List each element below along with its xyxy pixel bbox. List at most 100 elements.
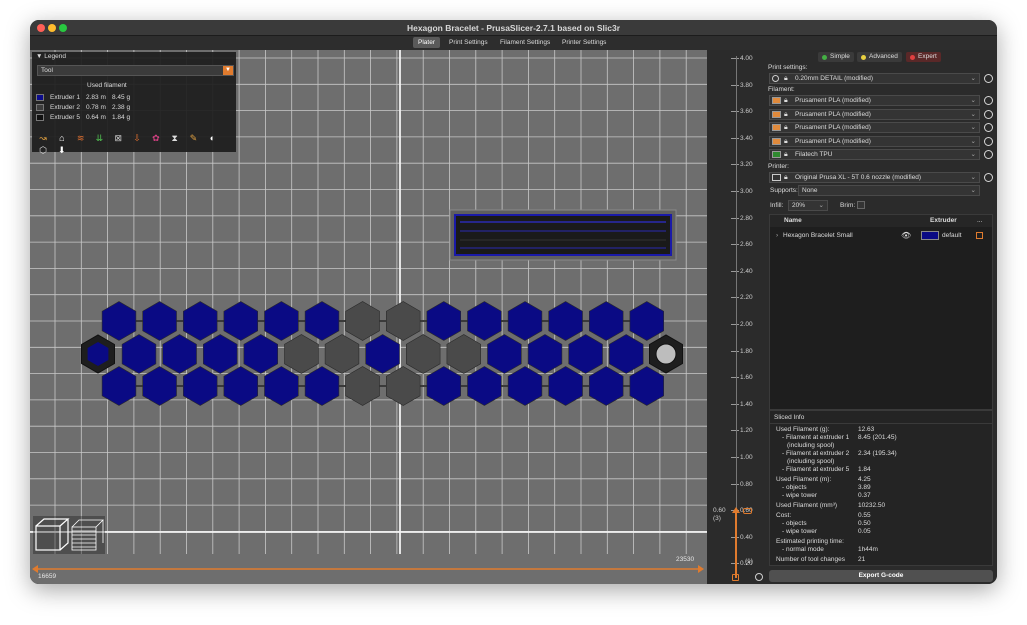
filament-select-4[interactable]: 🔒︎ Prusament PLA (modified) ⌄: [769, 135, 980, 147]
mode-simple-button[interactable]: Simple: [818, 52, 854, 62]
supports-label: Supports:: [770, 187, 798, 194]
shells-icon[interactable]: ⬡: [36, 144, 50, 156]
filament-color-swatch[interactable]: [772, 137, 781, 145]
horizontal-slider[interactable]: [30, 554, 707, 584]
hexagon-link: [568, 334, 603, 374]
hexagon-bracelet-model[interactable]: [81, 301, 683, 406]
more-column-header[interactable]: ...: [977, 217, 982, 224]
layer-tick-label: 1.40: [740, 400, 753, 408]
filament-gear-icon[interactable]: [984, 123, 993, 132]
print-settings-label: Print settings:: [768, 64, 808, 71]
sliced-info-label: - objects: [782, 520, 807, 527]
name-column-header[interactable]: Name: [784, 217, 802, 224]
lock-icon[interactable]: [732, 574, 739, 581]
sliced-info-label: Used Filament (mm³): [776, 502, 838, 509]
print-settings-icon: [772, 75, 779, 82]
filament-select-3[interactable]: 🔒︎ Prusament PLA (modified) ⌄: [769, 122, 980, 133]
filament-select-2[interactable]: 🔒︎ Prusament PLA (modified) ⌄: [769, 108, 980, 120]
filament-color-swatch[interactable]: [772, 151, 781, 158]
travel-icon[interactable]: ↝: [36, 132, 50, 144]
filament-color-swatch[interactable]: [772, 97, 781, 104]
filament-color-swatch[interactable]: [772, 110, 781, 118]
hexagon-link: [467, 301, 502, 341]
mode-expert-button[interactable]: Expert: [906, 52, 941, 62]
print-settings-select[interactable]: 🔒︎ 0.20mm DETAIL (modified) ⌄: [769, 73, 980, 84]
deretractions-icon[interactable]: ⇊: [92, 132, 106, 144]
print-settings-gear-icon[interactable]: [984, 74, 993, 83]
supports-value: None: [802, 187, 818, 194]
tool-changes-icon[interactable]: ⇩: [130, 132, 144, 144]
chevron-down-icon: ⌄: [970, 187, 976, 194]
chevron-down-icon[interactable]: ▼: [223, 66, 233, 75]
mode-advanced-button[interactable]: Advanced: [857, 52, 902, 62]
object-extruder-value[interactable]: default: [942, 232, 962, 239]
object-row[interactable]: › Hexagon Bracelet Small 👁︎ default: [770, 230, 992, 242]
tab-filament-settings[interactable]: Filament Settings: [495, 37, 555, 48]
hexagon-link: [264, 301, 299, 341]
supports-select[interactable]: None ⌄: [798, 185, 980, 196]
infill-select[interactable]: 20% ⌄: [788, 200, 828, 211]
wipe-tower[interactable]: [449, 209, 677, 261]
retractions-icon[interactable]: ≋: [74, 132, 88, 144]
slider-track[interactable]: [736, 56, 737, 576]
printer-select[interactable]: 🔒︎ Original Prusa XL - 5T 0.6 nozzle (mo…: [769, 172, 980, 183]
eye-icon[interactable]: 👁︎: [901, 231, 911, 240]
layer-tick-label: 2.40: [740, 267, 753, 275]
filament-gear-icon[interactable]: [984, 109, 993, 119]
cog-edit-icon[interactable]: [743, 508, 752, 514]
pause-icon[interactable]: ⧗: [168, 132, 182, 144]
legend-row-extruder-2: Extruder 2 0.78 m 2.38 g: [36, 103, 236, 112]
filament-select-5[interactable]: 🔒︎ Filatech TPU ⌄: [769, 149, 980, 160]
filament-gear-icon[interactable]: [984, 136, 993, 146]
sliced-info-header: Sliced Info: [774, 414, 805, 421]
seams-icon[interactable]: ⊠: [111, 132, 125, 144]
tool-marker-icon[interactable]: ⬇: [55, 144, 69, 156]
printer-gear-icon[interactable]: [984, 173, 993, 182]
legend-row-extruder-5: Extruder 5 0.64 m 1.84 g: [36, 113, 236, 122]
view-type-value: Tool: [41, 67, 53, 74]
layer-tick-label: 2.20: [740, 294, 753, 302]
sliced-info-label: Cost:: [776, 512, 792, 519]
extruder-name: Extruder 2: [50, 104, 80, 111]
hexagon-link: [405, 334, 441, 374]
tab-print-settings[interactable]: Print Settings: [444, 37, 493, 48]
collapse-triangle-icon[interactable]: ▼: [36, 53, 42, 60]
layer-tick-label: 0.40: [740, 533, 753, 541]
settings-gear-icon[interactable]: [755, 573, 763, 581]
chevron-right-icon[interactable]: ›: [776, 232, 778, 239]
sliced-info-value: 0.37: [858, 492, 871, 499]
export-gcode-button[interactable]: Export G-code: [769, 570, 993, 582]
extruder-column-header[interactable]: Extruder: [930, 217, 957, 224]
tab-bar: Plater Print Settings Filament Settings …: [30, 36, 997, 50]
filament-name: Prusament PLA (modified): [795, 110, 871, 118]
cube-icon[interactable]: [33, 516, 105, 554]
legend-header[interactable]: ▼ Legend: [32, 52, 236, 62]
hexagon-link: [284, 334, 319, 374]
app-window: Hexagon Bracelet - PrusaSlicer-2.7.1 bas…: [30, 20, 997, 584]
color-changes-icon[interactable]: ✿: [149, 132, 163, 144]
filament-gear-icon[interactable]: [984, 150, 993, 159]
upper-thumb-icon[interactable]: [732, 507, 740, 513]
custom-gcode-icon[interactable]: ✎: [187, 132, 201, 144]
tab-printer-settings[interactable]: Printer Settings: [557, 37, 611, 48]
layer-tick-label: 2.00: [740, 321, 753, 328]
filament-gear-icon[interactable]: [984, 96, 993, 105]
tab-plater[interactable]: Plater: [413, 37, 440, 48]
layer-tick-label: 2.80: [740, 214, 753, 222]
hexagon-link: [385, 301, 421, 341]
object-name[interactable]: Hexagon Bracelet Small: [783, 232, 853, 239]
wipe-icon[interactable]: ⌂: [55, 132, 69, 144]
center-of-gravity-icon[interactable]: ◐: [205, 132, 219, 144]
filament-select-1[interactable]: 🔒︎ Prusament PLA (modified) ⌄: [769, 95, 980, 106]
filament-color-swatch[interactable]: [772, 124, 781, 131]
edit-settings-icon[interactable]: [976, 232, 983, 239]
3d-preview-viewport[interactable]: ▼ Legend Tool ▼ Used filament Extruder 1…: [30, 50, 707, 584]
brim-checkbox[interactable]: [857, 201, 865, 209]
view-type-select[interactable]: Tool ▼: [37, 65, 234, 76]
legend-options-toolbar: ↝ ⌂ ≋ ⇊ ⊠ ⇩ ✿ ⧗ ✎ ◐ ⬡ ⬇: [36, 132, 236, 155]
vertical-layer-slider[interactable]: 4.00 3.80 3.60 3.40 3.20 3.00 2.80 2.60 2.40 2.20…: [707, 50, 765, 584]
layer-tick-label: 4.00: [740, 55, 753, 62]
upper-thumb-index: (3): [713, 515, 721, 522]
view-toggle[interactable]: [33, 516, 105, 554]
title-bar: Hexagon Bracelet - PrusaSlicer-2.7.1 bas…: [30, 20, 997, 36]
